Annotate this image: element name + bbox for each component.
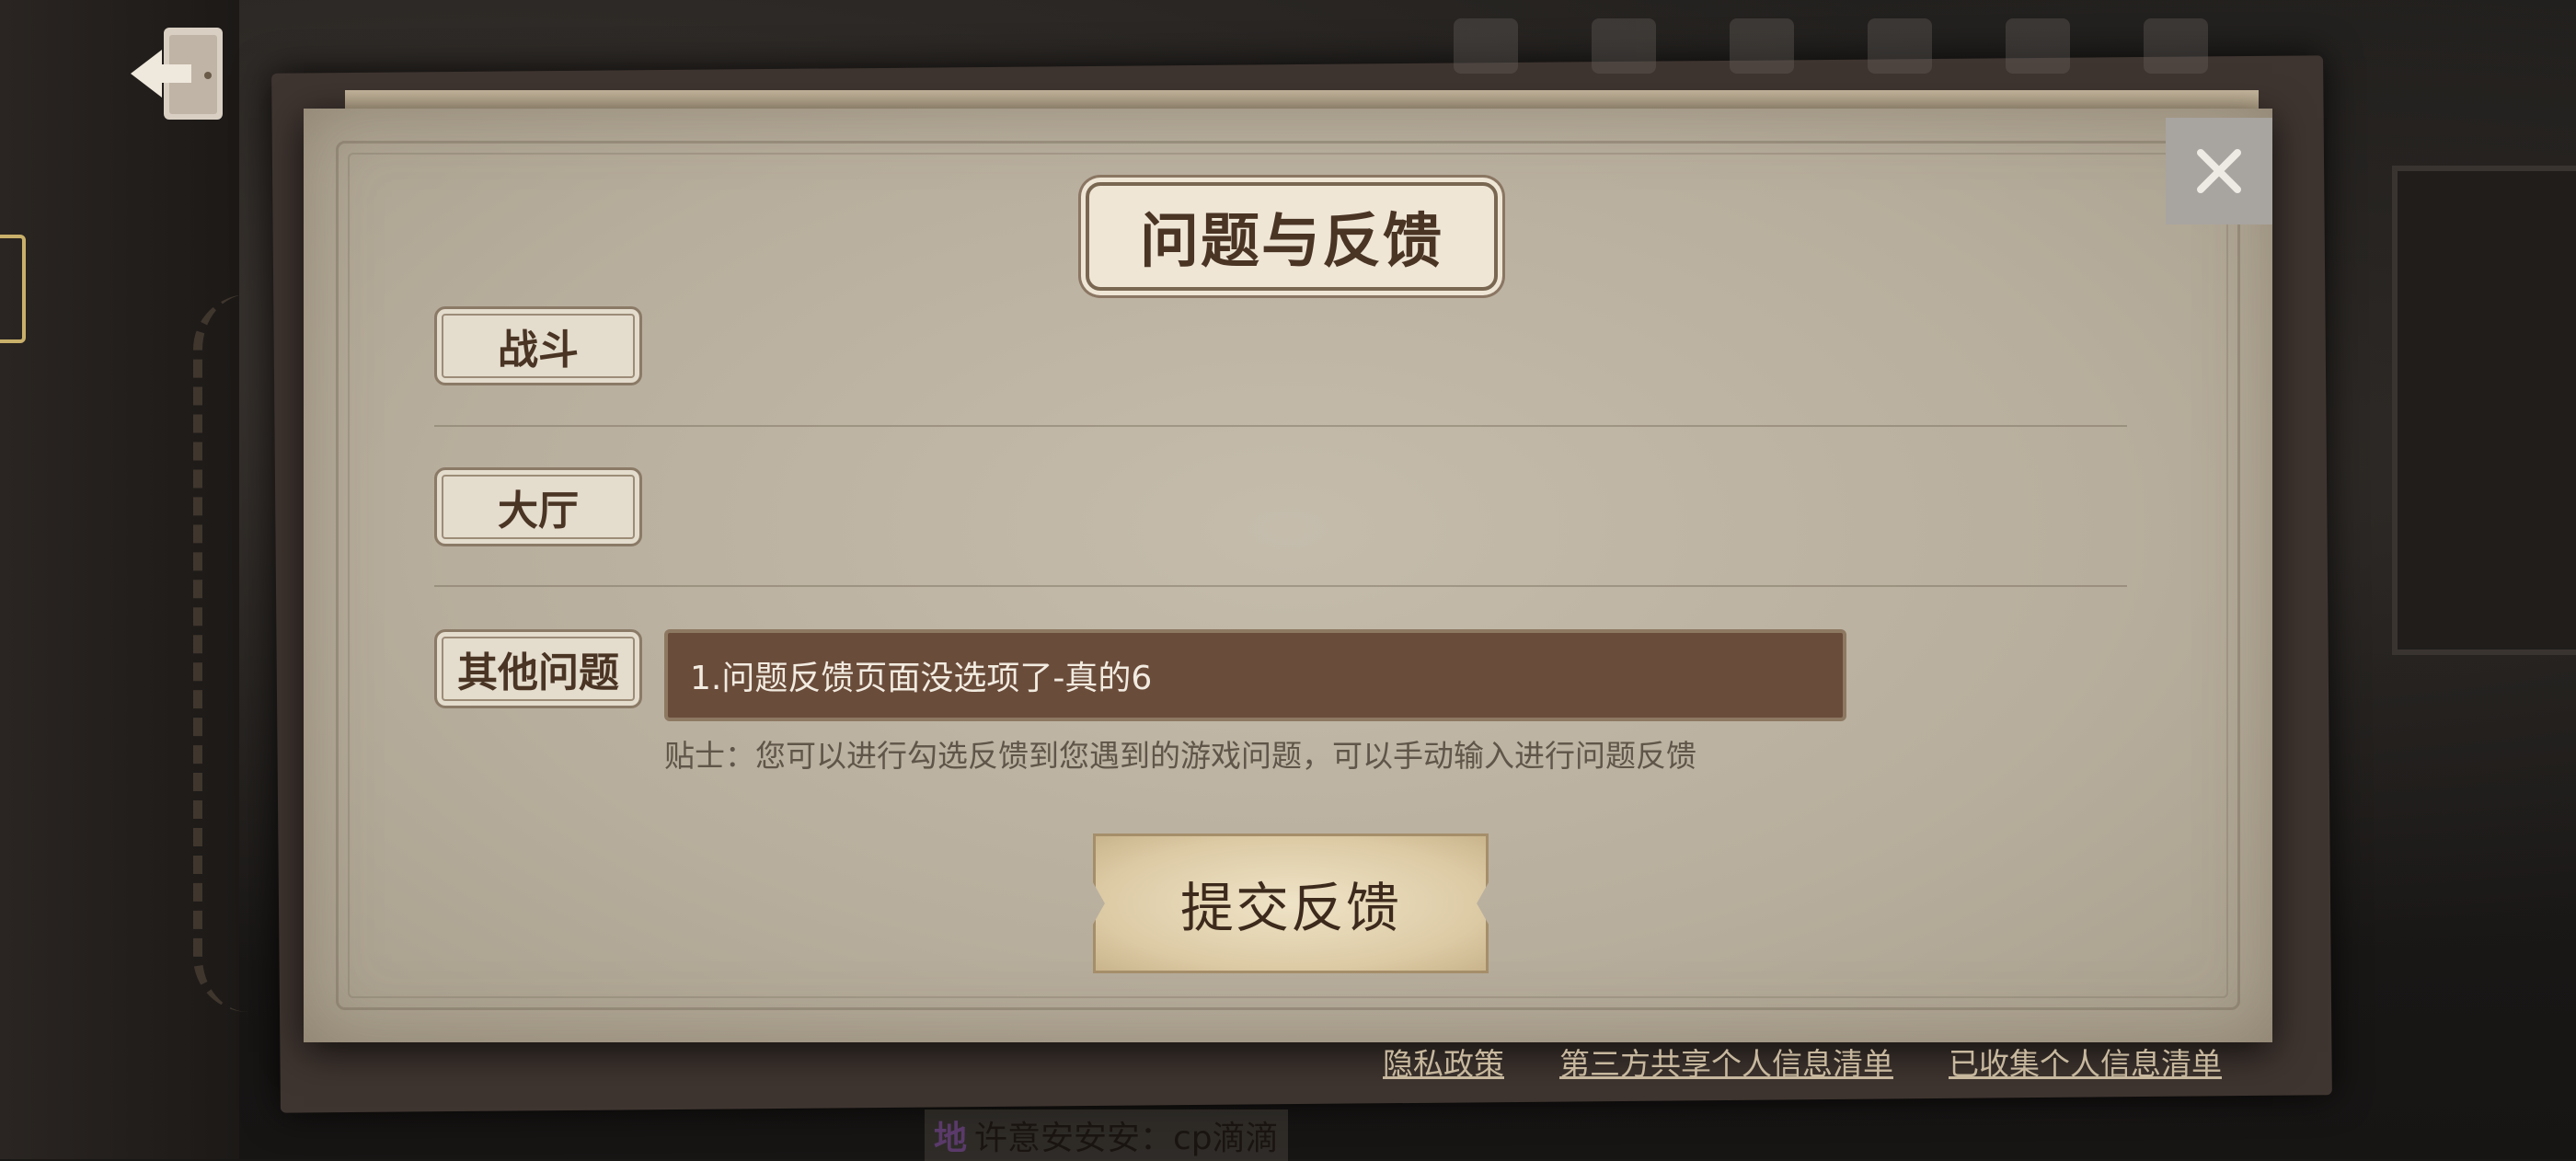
submit-feedback-label: 提交反馈 — [1179, 877, 1401, 939]
dialog-title-plate: 问题与反馈 — [1086, 182, 1498, 291]
top-menu-icon — [1592, 18, 1656, 74]
divider — [434, 585, 2127, 587]
top-menu-icon — [2006, 18, 2070, 74]
category-label: 战斗 — [498, 327, 579, 374]
category-label: 其他问题 — [457, 649, 619, 696]
exit-door-icon — [131, 28, 223, 120]
other-issue-input[interactable]: 1.问题反馈页面没选项了-真的6 — [664, 629, 1846, 721]
footer-links: 隐私政策 第三方共享个人信息清单 已收集个人信息清单 — [1383, 1040, 2222, 1084]
privacy-policy-link[interactable]: 隐私政策 — [1383, 1040, 1504, 1084]
side-hex-tab — [0, 235, 26, 343]
top-menu-icon — [1730, 18, 1794, 74]
top-menu-icon — [1454, 18, 1518, 74]
background-top-icons — [1454, 18, 2355, 74]
top-menu-icon — [2144, 18, 2208, 74]
close-button[interactable] — [2166, 118, 2272, 224]
dialog-title: 问题与反馈 — [1140, 207, 1443, 276]
collected-info-link[interactable]: 已收集个人信息清单 — [1949, 1040, 2222, 1084]
third-party-info-link[interactable]: 第三方共享个人信息清单 — [1559, 1040, 1893, 1084]
category-tag-lobby[interactable]: 大厅 — [434, 467, 642, 546]
back-button[interactable] — [127, 18, 237, 129]
category-tag-battle[interactable]: 战斗 — [434, 306, 642, 385]
category-label: 大厅 — [498, 488, 579, 535]
background-rope — [193, 294, 313, 1012]
submit-feedback-button[interactable]: 提交反馈 — [1093, 833, 1489, 973]
feedback-tip: 贴士：您可以进行勾选反馈到您遇到的游戏问题，可以手动输入进行问题反馈 — [664, 738, 1696, 774]
divider — [434, 425, 2127, 427]
top-menu-icon — [1868, 18, 1932, 74]
chat-message-text: 许意安安安：cp滴滴 — [974, 1120, 1279, 1157]
other-issue-input-value: 1.问题反馈页面没选项了-真的6 — [690, 660, 1153, 697]
category-tag-other[interactable]: 其他问题 — [434, 629, 642, 708]
chat-message: 地许意安安安：cp滴滴 — [925, 1109, 1288, 1161]
chat-channel-tag: 地 — [934, 1120, 968, 1157]
background-picture-frame — [2392, 166, 2576, 655]
close-icon — [2197, 149, 2241, 193]
